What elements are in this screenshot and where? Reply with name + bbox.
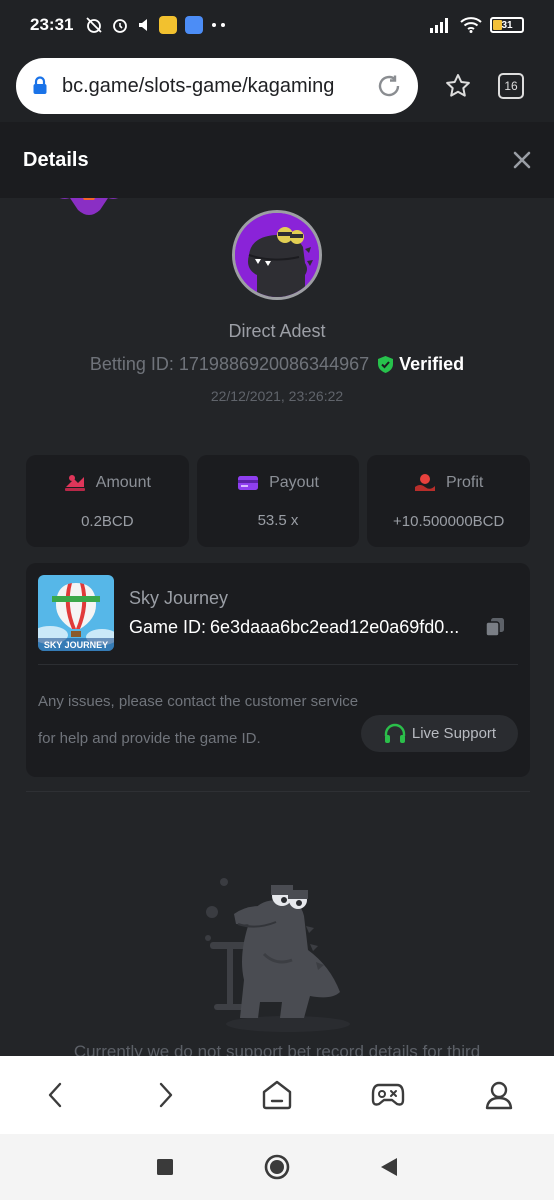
more-icon — [212, 23, 226, 27]
home-icon — [262, 1080, 292, 1110]
lock-icon — [33, 76, 47, 94]
headset-icon — [384, 723, 406, 743]
support-hint-text: Any issues, please contact the customer … — [38, 693, 359, 747]
battery-icon: 31 — [490, 17, 524, 33]
battery-level: 31 — [501, 19, 513, 31]
wifi-icon — [460, 17, 482, 33]
alarm-icon — [113, 19, 128, 33]
system-nav-bar — [0, 1134, 554, 1200]
player-avatar — [232, 210, 322, 300]
card-divider — [38, 664, 518, 665]
circle-icon — [264, 1154, 290, 1180]
browser-toolbar: bc.game/slots-game/kagaming 16 — [0, 50, 554, 122]
status-time: 23:31 — [30, 15, 74, 34]
back-button[interactable] — [0, 1056, 111, 1134]
signal-icon — [430, 18, 448, 33]
verified-label: Verified — [399, 354, 465, 374]
copy-icon[interactable] — [484, 616, 506, 638]
live-support-button[interactable]: Live Support — [361, 715, 518, 752]
verified-badge: Verified — [377, 354, 464, 375]
game-id-value: 6e3daaa6bc2ead12e0a69fd0... — [210, 617, 460, 637]
home-button[interactable] — [222, 1056, 333, 1134]
stat-profit-label: Profit — [446, 473, 484, 491]
status-right: 31 — [430, 17, 524, 33]
game-card: SKY JOURNEY Sky Journey Game ID: 6e3daaa6… — [26, 563, 530, 777]
stat-payout-label: Payout — [269, 473, 319, 491]
verified-shield-icon — [378, 356, 394, 373]
stat-amount-value: 0.2BCD — [81, 512, 134, 530]
bet-stats: Amount 0.2BCD Payout 53.5 x Profit +10.5… — [26, 455, 531, 547]
address-bar[interactable]: bc.game/slots-game/kagaming — [16, 58, 418, 114]
chevron-left-icon — [49, 1082, 62, 1108]
stat-payout: Payout 53.5 x — [196, 455, 360, 547]
games-button[interactable] — [332, 1056, 443, 1134]
bookmark-star-icon[interactable] — [444, 72, 472, 100]
section-divider — [26, 791, 530, 792]
game-thumbnail[interactable]: SKY JOURNEY — [38, 575, 114, 651]
stat-payout-value: 53.5 x — [257, 511, 299, 529]
amount-icon — [64, 474, 85, 491]
game-id: Game ID: 6e3daaa6bc2ead12e0a69fd0... — [129, 617, 459, 638]
decoration-icon — [59, 198, 119, 215]
bet-date: 22/12/2021, 23:26:22 — [210, 388, 344, 404]
balloon-thumbnail-icon: SKY JOURNEY — [38, 575, 114, 651]
close-icon[interactable] — [513, 151, 531, 169]
status-bar: 23:31 31 — [0, 0, 554, 50]
stat-profit: Profit +10.500000BCD — [367, 455, 531, 547]
system-home-button[interactable] — [221, 1154, 333, 1180]
chevron-right-icon — [159, 1082, 173, 1108]
stat-amount-label: Amount — [95, 473, 151, 491]
crocodile-illustration-icon — [205, 878, 350, 1032]
live-support-label: Live Support — [411, 725, 497, 742]
reload-icon[interactable] — [376, 73, 402, 99]
square-icon — [157, 1159, 173, 1175]
stat-profit-head: Profit — [414, 473, 483, 493]
stat-amount: Amount 0.2BCD — [26, 455, 189, 547]
volume-icon — [139, 19, 148, 31]
app-notification-icon — [159, 16, 178, 34]
thumb-title: SKY JOURNEY — [44, 640, 108, 650]
gamepad-icon — [371, 1083, 404, 1106]
triangle-back-icon — [381, 1158, 397, 1176]
browser-bottom-nav — [0, 1056, 554, 1134]
user-icon — [485, 1081, 512, 1110]
stat-profit-value: +10.500000BCD — [393, 512, 505, 530]
details-header: Details — [0, 122, 554, 198]
payout-icon — [238, 475, 259, 490]
betting-id-row: Betting ID: 1719886920086344967 Verified — [0, 354, 554, 375]
details-body: Direct Adest Betting ID: 171988692008634… — [0, 198, 554, 1056]
crocodile-avatar-icon — [235, 213, 319, 297]
tab-switcher-button[interactable]: 16 — [498, 73, 524, 99]
player-name: Direct Adest — [228, 321, 326, 341]
profit-icon — [415, 473, 435, 491]
lock-notification-icon — [185, 16, 204, 34]
recents-button[interactable] — [109, 1158, 221, 1176]
forward-button[interactable] — [111, 1056, 222, 1134]
stat-payout-head: Payout — [237, 474, 319, 492]
system-back-button[interactable] — [333, 1157, 445, 1177]
stat-amount-head: Amount — [64, 473, 151, 493]
details-title: Details — [23, 148, 89, 171]
game-id-label: Game ID: — [129, 617, 207, 637]
no-support-text: Currently we do not support bet record d… — [73, 1042, 481, 1056]
game-name: Sky Journey — [129, 588, 229, 608]
url-text: bc.game/slots-game/kagaming — [62, 74, 335, 97]
status-icons — [85, 16, 227, 34]
alarm-off-icon — [86, 17, 103, 33]
betting-id: Betting ID: 1719886920086344967 — [89, 354, 370, 374]
profile-button[interactable] — [443, 1056, 554, 1134]
